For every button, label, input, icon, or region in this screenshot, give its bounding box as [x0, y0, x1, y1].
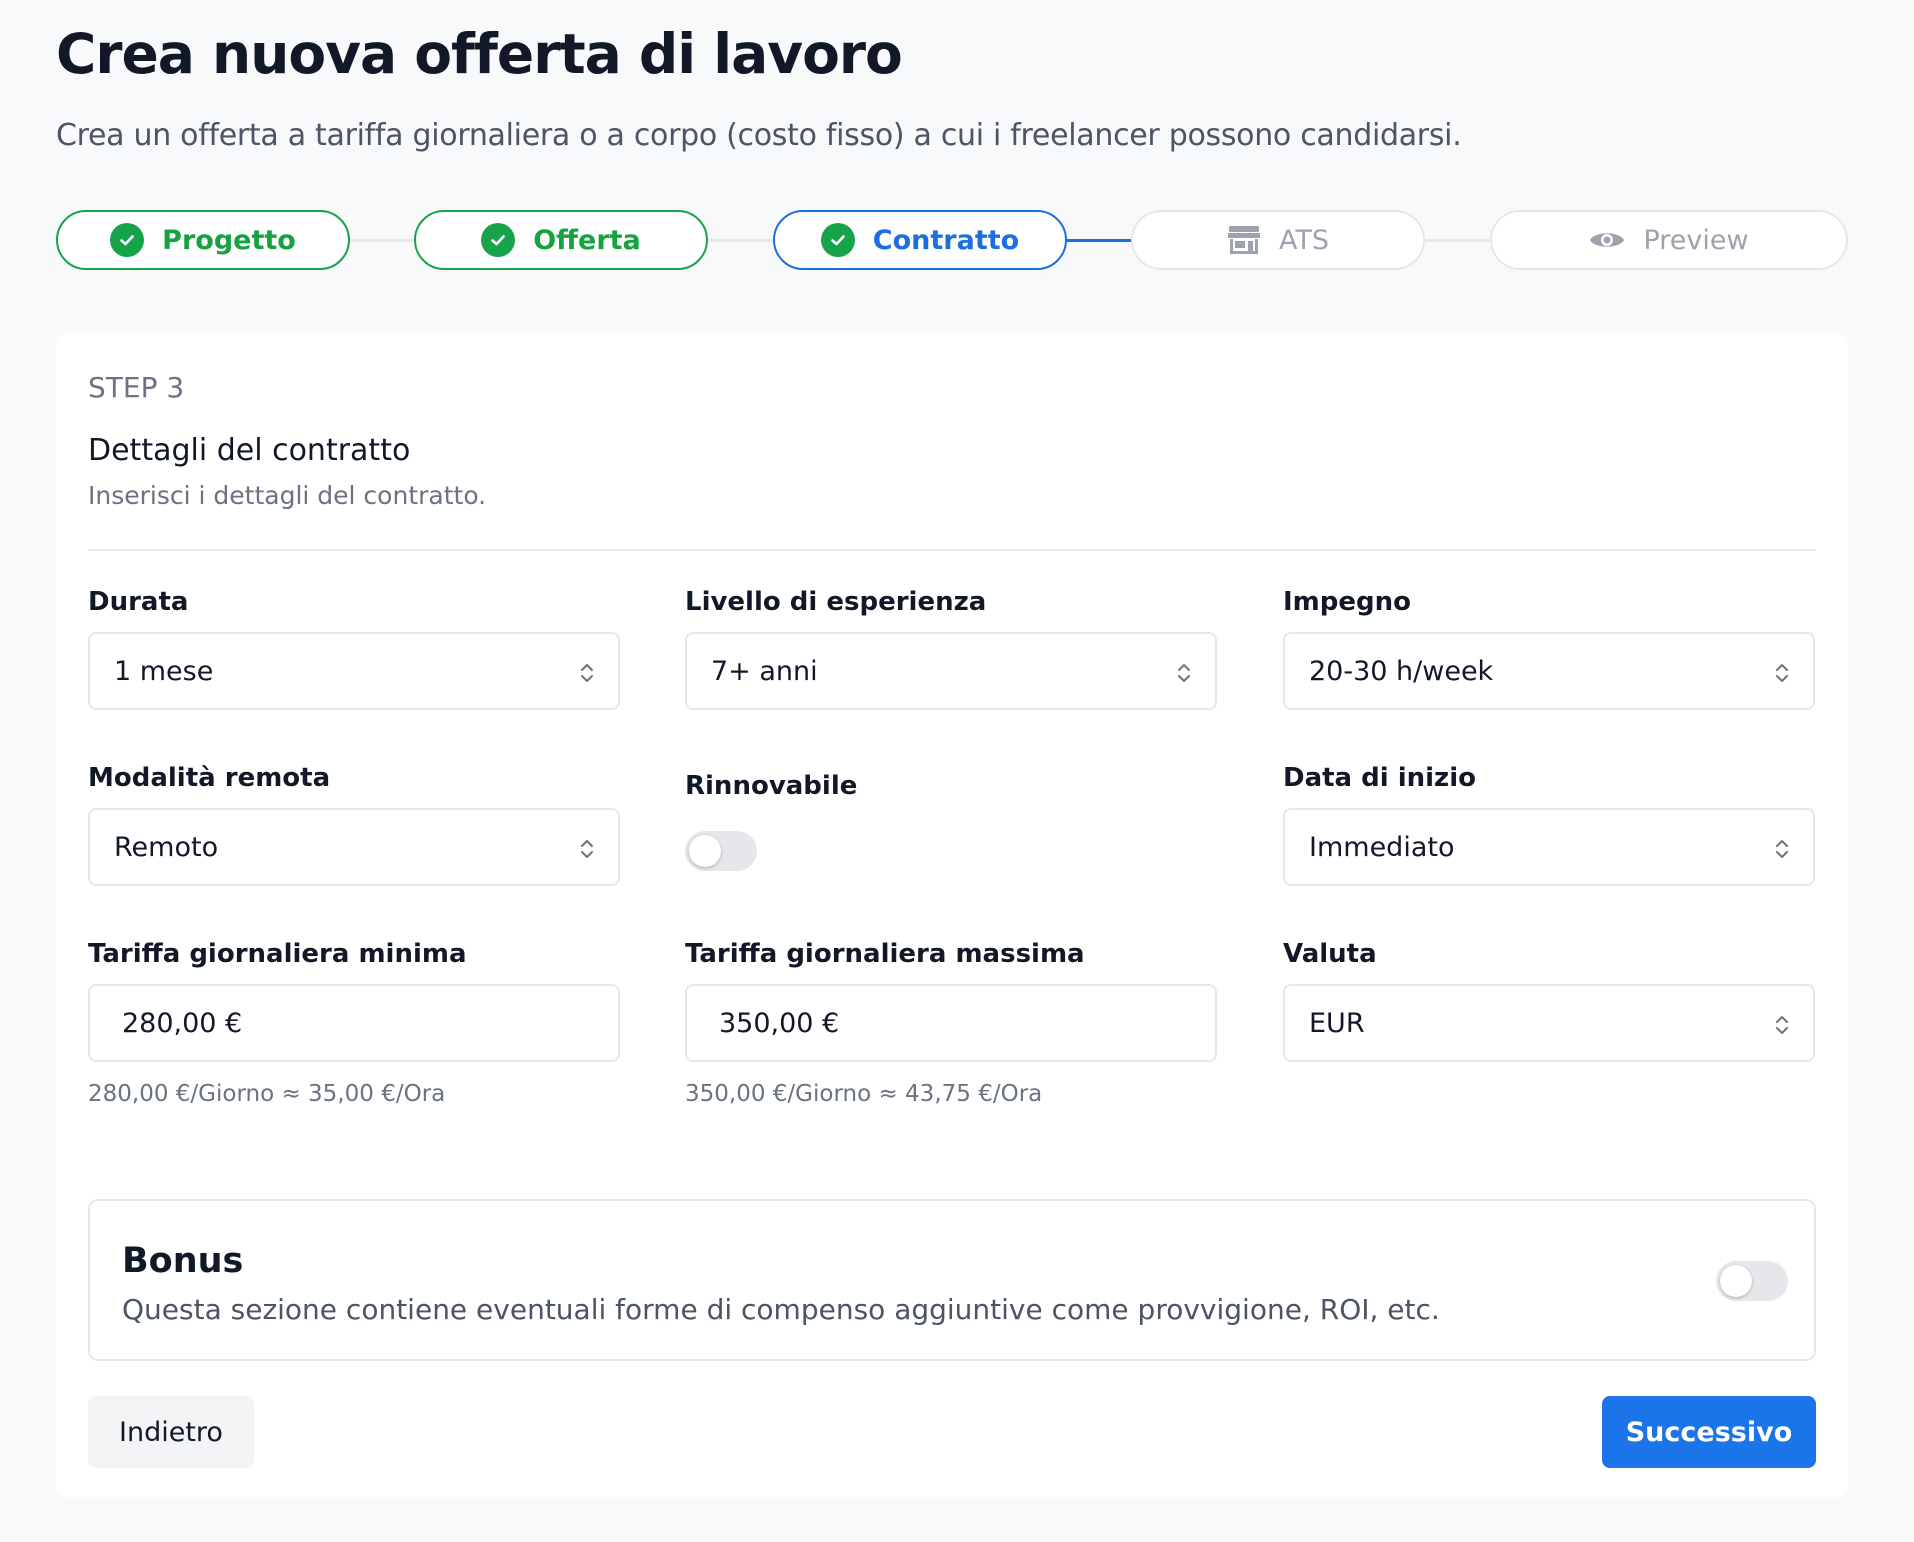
- check-icon: [481, 223, 516, 257]
- bonus-toggle[interactable]: [1716, 1261, 1788, 1301]
- durata-value: 1 mese: [114, 655, 214, 687]
- chevron-updown-icon: [1776, 1016, 1788, 1034]
- tariffa-max-input[interactable]: 350,00 €: [685, 984, 1217, 1062]
- impegno-value: 20-30 h/week: [1309, 655, 1494, 687]
- step-offerta[interactable]: Offerta: [414, 210, 708, 270]
- tariffa-max-hint: 350,00 €/Giorno ≈ 43,75 €/Ora: [685, 1081, 1043, 1107]
- data-inizio-value: Immediato: [1309, 831, 1455, 863]
- tariffa-max-label: Tariffa giornaliera massima: [685, 939, 1085, 969]
- stepper-connector-active: [1066, 239, 1132, 242]
- bonus-description: Questa sezione contiene eventuali forme …: [122, 1293, 1440, 1326]
- impegno-select[interactable]: 20-30 h/week: [1283, 632, 1815, 710]
- progress-stepper: Progetto Offerta Contratto ATS Preview: [0, 0, 1914, 300]
- chevron-updown-icon: [1776, 840, 1788, 858]
- divider: [88, 549, 1816, 551]
- step-progetto[interactable]: Progetto: [56, 210, 350, 270]
- section-title: Dettagli del contratto: [88, 433, 411, 468]
- eye-icon: [1589, 228, 1625, 252]
- impegno-label: Impegno: [1283, 587, 1411, 617]
- check-icon: [110, 223, 145, 257]
- step-ats[interactable]: ATS: [1131, 210, 1425, 270]
- create-job-offer-page: Crea nuova offerta di lavoro Crea un off…: [0, 0, 1914, 1542]
- step-label: ATS: [1278, 224, 1329, 256]
- esperienza-select[interactable]: 7+ anni: [685, 632, 1217, 710]
- step-label: Offerta: [533, 224, 641, 256]
- step-label: Progetto: [162, 224, 296, 256]
- tariffa-max-value: 350,00 €: [719, 1007, 840, 1039]
- bonus-title: Bonus: [122, 1241, 244, 1281]
- data-inizio-label: Data di inizio: [1283, 763, 1476, 793]
- tariffa-min-label: Tariffa giornaliera minima: [88, 939, 467, 969]
- next-button[interactable]: Successivo: [1602, 1396, 1816, 1468]
- contract-details-card: STEP 3 Dettagli del contratto Inserisci …: [56, 333, 1848, 1497]
- esperienza-value: 7+ anni: [711, 655, 818, 687]
- toggle-knob: [1720, 1265, 1752, 1297]
- remota-label: Modalità remota: [88, 763, 331, 793]
- toggle-knob: [689, 835, 721, 867]
- rinnovabile-toggle[interactable]: [685, 831, 757, 871]
- valuta-label: Valuta: [1283, 939, 1377, 969]
- step-label: Contratto: [872, 224, 1020, 256]
- esperienza-label: Livello di esperienza: [685, 587, 987, 617]
- tariffa-min-value: 280,00 €: [122, 1007, 243, 1039]
- store-icon: [1227, 224, 1261, 256]
- data-inizio-select[interactable]: Immediato: [1283, 808, 1815, 886]
- step-preview[interactable]: Preview: [1490, 210, 1848, 270]
- bonus-section: Bonus Questa sezione contiene eventuali …: [88, 1199, 1816, 1361]
- chevron-updown-icon: [581, 664, 593, 682]
- step-label: Preview: [1643, 224, 1749, 256]
- tariffa-min-hint: 280,00 €/Giorno ≈ 35,00 €/Ora: [88, 1081, 446, 1107]
- valuta-select[interactable]: EUR: [1283, 984, 1815, 1062]
- chevron-updown-icon: [1776, 664, 1788, 682]
- chevron-updown-icon: [1178, 664, 1190, 682]
- remota-value: Remoto: [114, 831, 219, 863]
- check-icon: [820, 223, 855, 257]
- valuta-value: EUR: [1309, 1007, 1365, 1039]
- back-button[interactable]: Indietro: [88, 1396, 254, 1468]
- section-description: Inserisci i dettagli del contratto.: [88, 481, 487, 510]
- rinnovabile-label: Rinnovabile: [685, 771, 858, 801]
- step-contratto[interactable]: Contratto: [773, 210, 1067, 270]
- tariffa-min-input[interactable]: 280,00 €: [88, 984, 620, 1062]
- stepper-connector: [708, 239, 774, 242]
- chevron-updown-icon: [581, 840, 593, 858]
- durata-label: Durata: [88, 587, 189, 617]
- remota-select[interactable]: Remoto: [88, 808, 620, 886]
- step-number: STEP 3: [88, 371, 185, 404]
- stepper-connector: [1424, 239, 1490, 242]
- stepper-connector: [350, 239, 414, 242]
- durata-select[interactable]: 1 mese: [88, 632, 620, 710]
